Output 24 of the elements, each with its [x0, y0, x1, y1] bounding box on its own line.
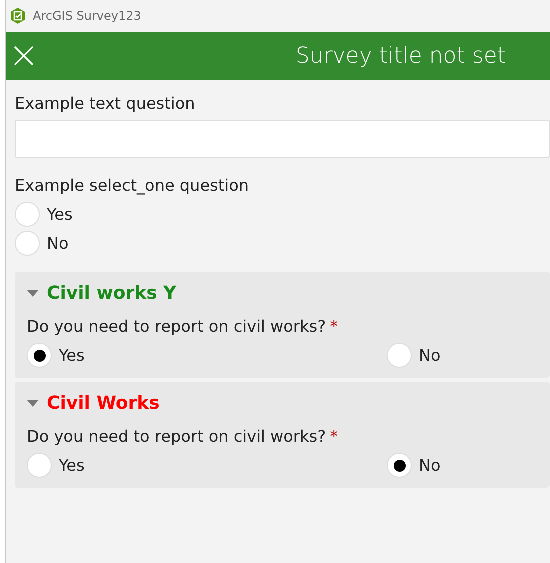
text-field[interactable]: [15, 120, 550, 158]
group-title[interactable]: Civil works Y: [47, 280, 177, 307]
radio-option[interactable]: No: [387, 453, 441, 478]
question-label: Example text question: [15, 93, 196, 115]
radio-option[interactable]: No: [387, 343, 441, 368]
radio-button[interactable]: [27, 343, 52, 368]
question-label: Example select_one question: [15, 175, 250, 197]
close-icon[interactable]: [13, 45, 35, 67]
app-logo-icon: [11, 8, 25, 24]
radio-button[interactable]: [387, 453, 412, 478]
radio-option[interactable]: No: [15, 231, 550, 256]
required-mark: *: [330, 427, 338, 446]
radio-button[interactable]: [15, 202, 40, 227]
question-label: Do you need to report on civil works?: [27, 317, 326, 336]
radio-option[interactable]: Yes: [27, 453, 387, 478]
radio-button[interactable]: [387, 343, 412, 368]
radio-option[interactable]: Yes: [15, 202, 550, 227]
radio-button[interactable]: [27, 453, 52, 478]
question-label: Do you need to report on civil works?: [27, 427, 326, 446]
survey-title: Survey title not set: [296, 42, 506, 70]
radio-option[interactable]: Yes: [27, 343, 387, 368]
radio-button[interactable]: [15, 231, 40, 256]
required-mark: *: [330, 317, 338, 336]
window-title: ArcGIS Survey123: [33, 8, 142, 25]
